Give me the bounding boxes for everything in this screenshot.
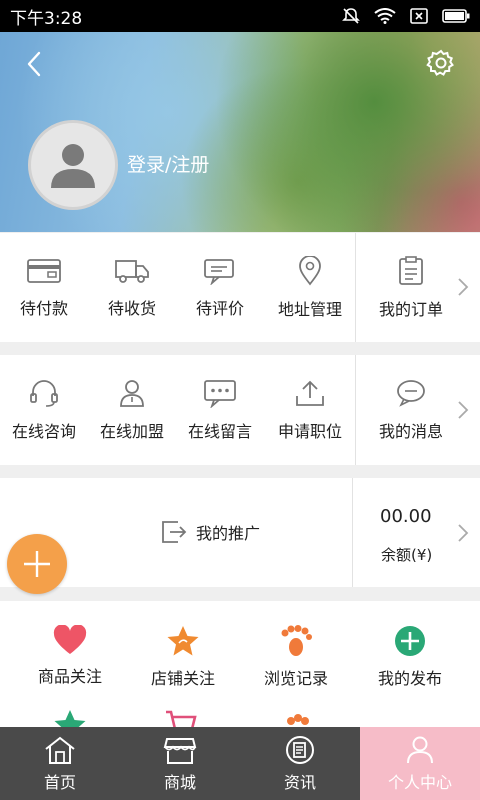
no-sim-icon: [410, 8, 428, 24]
mute-bell-icon: [342, 8, 360, 24]
gear-icon: [426, 49, 454, 76]
cart-icon: [166, 710, 197, 727]
service-item-consult[interactable]: 在线咨询: [0, 355, 88, 465]
battery-icon: [442, 9, 470, 23]
group-icon: [287, 714, 309, 725]
star-icon: [167, 626, 199, 656]
upload-icon: [296, 380, 324, 406]
default-avatar-icon: [51, 144, 95, 188]
wifi-icon: [374, 8, 396, 24]
chevron-right-icon: [458, 401, 469, 419]
my-orders-label: 我的订单: [378, 299, 443, 319]
news-icon: [286, 735, 314, 764]
tab-store[interactable]: 商城: [120, 727, 240, 800]
grid-item-my-posts[interactable]: 我的发布: [350, 625, 470, 689]
order-item-label: 待收货: [107, 298, 156, 318]
bottom-tabbar: 首页 商城 资讯 个人中心: [0, 727, 480, 800]
order-panel: 待付款 待收货 待评价 地址管理 我的订单: [0, 233, 480, 342]
tab-news[interactable]: 资讯: [240, 727, 360, 800]
chevron-right-icon: [458, 524, 469, 542]
export-icon: [162, 521, 187, 543]
message-icon: [397, 380, 425, 407]
my-orders-button[interactable]: 我的订单: [356, 233, 466, 342]
wallet-icon: [27, 258, 61, 283]
home-icon: [45, 736, 75, 764]
chevron-right-icon: [458, 278, 469, 296]
grid-item-label: 商品关注: [37, 667, 102, 686]
service-panel: 在线咨询 在线加盟 在线留言 申请职位 我的消息: [0, 355, 480, 465]
back-arrow-icon: [27, 51, 41, 77]
order-item-label: 地址管理: [277, 299, 342, 319]
footprint-icon: [281, 625, 312, 656]
grid-item-label: 店铺关注: [150, 669, 215, 688]
service-item-label: 在线加盟: [99, 422, 164, 441]
headset-icon: [30, 380, 58, 407]
user-icon: [407, 736, 433, 763]
service-item-label: 在线咨询: [11, 422, 76, 441]
order-item-label: 待评价: [195, 298, 244, 318]
quick-grid: 商品关注 店铺关注 浏览记录 我的发布: [0, 601, 480, 727]
tab-label: 个人中心: [387, 772, 452, 792]
settings-button[interactable]: [424, 46, 458, 80]
status-bar: 下午3:28: [0, 0, 480, 32]
my-promotion-label: 我的推广: [195, 524, 260, 543]
truck-icon: [115, 259, 149, 283]
grid-item-store-follow[interactable]: 店铺关注: [123, 625, 243, 689]
my-messages-label: 我的消息: [378, 422, 443, 441]
service-item-join[interactable]: 在线加盟: [88, 355, 176, 465]
login-register-link[interactable]: 登录/注册: [127, 150, 209, 177]
tab-label: 商城: [163, 772, 196, 792]
my-messages-button[interactable]: 我的消息: [356, 355, 466, 465]
service-item-label: 申请职位: [277, 422, 342, 441]
heart-icon: [53, 625, 87, 654]
grid-item-browse-history[interactable]: 浏览记录: [236, 625, 356, 689]
service-item-label: 在线留言: [187, 422, 252, 441]
order-item-pending-receipt[interactable]: 待收货: [88, 233, 176, 342]
balance-button[interactable]: 00.00 余额(¥): [353, 478, 463, 587]
order-item-label: 待付款: [19, 298, 68, 318]
status-time: 下午3:28: [10, 8, 83, 29]
person-icon: [120, 380, 144, 407]
my-promotion-button[interactable]: 我的推广: [110, 514, 310, 550]
service-item-message[interactable]: 在线留言: [176, 355, 264, 465]
tab-home[interactable]: 首页: [0, 727, 120, 800]
tab-label: 资讯: [283, 772, 316, 792]
order-list-icon: [399, 255, 423, 285]
avatar[interactable]: [28, 120, 118, 210]
promo-panel: 我的推广 00.00 余额(¥): [0, 478, 480, 587]
chat-dots-icon: [204, 380, 236, 408]
store-icon: [163, 737, 197, 764]
tab-profile[interactable]: 个人中心: [360, 727, 480, 800]
grid-item-label: 浏览记录: [263, 669, 328, 688]
back-button[interactable]: [18, 48, 50, 80]
order-item-pending-review[interactable]: 待评价: [176, 233, 264, 342]
plus-icon: [24, 551, 50, 577]
order-item-pending-payment[interactable]: 待付款: [0, 233, 88, 342]
comment-icon: [204, 258, 234, 285]
grid-item-product-follow[interactable]: 商品关注: [10, 625, 130, 687]
plus-circle-icon: [395, 626, 425, 656]
tab-label: 首页: [43, 772, 76, 792]
service-item-apply-job[interactable]: 申请职位: [264, 355, 356, 465]
star-icon: [54, 710, 86, 727]
grid-item-label: 我的发布: [377, 669, 442, 688]
order-item-address[interactable]: 地址管理: [264, 233, 356, 342]
location-pin-icon: [299, 255, 321, 285]
add-floating-button[interactable]: [7, 534, 67, 594]
balance-value: 00.00: [380, 506, 432, 527]
profile-header: 登录/注册: [0, 32, 480, 232]
balance-label: 余额(¥): [381, 546, 433, 564]
